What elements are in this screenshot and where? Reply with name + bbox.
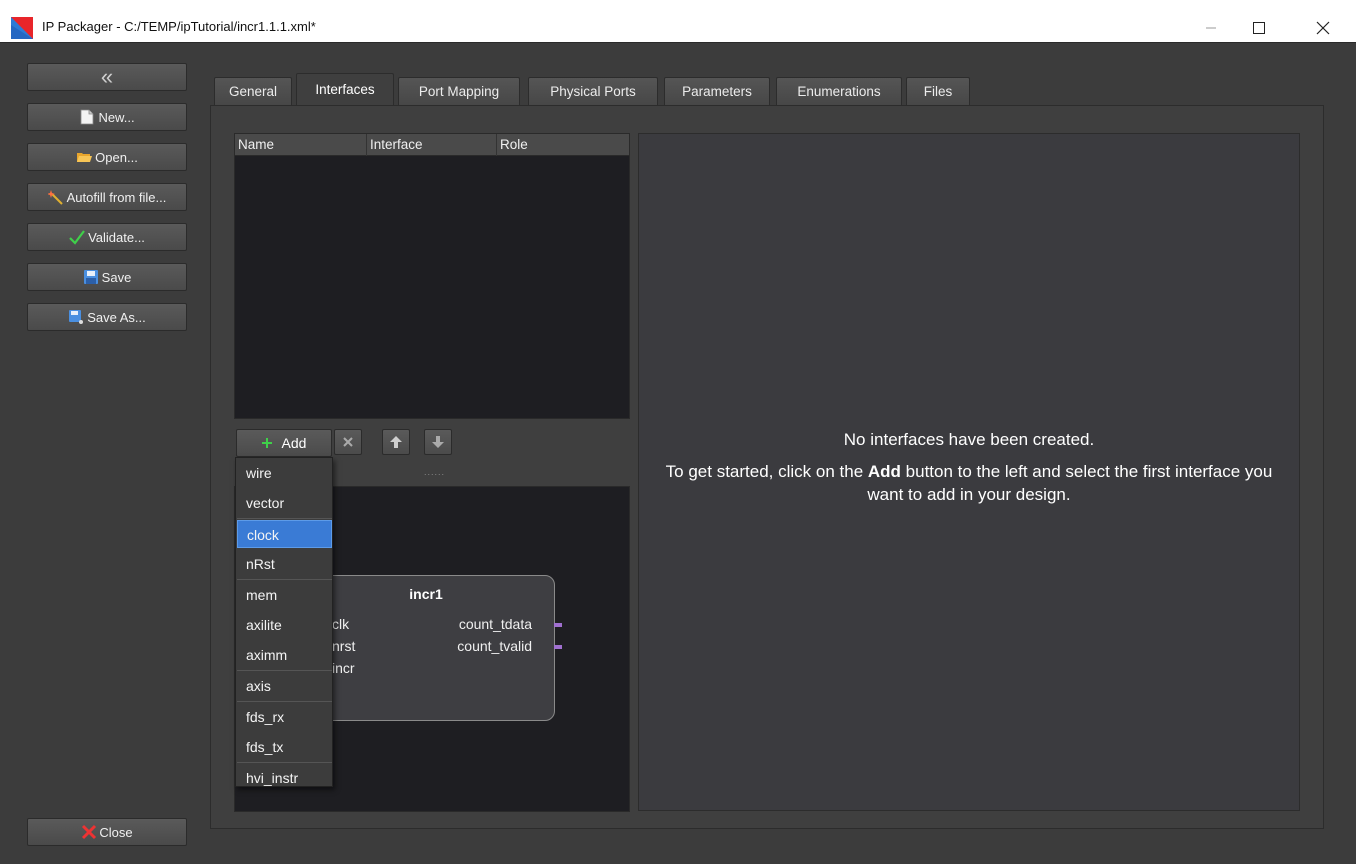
port-input: clk [332, 616, 350, 632]
menu-item-axis[interactable]: axis [237, 672, 332, 700]
column-header-role[interactable]: Role [497, 134, 629, 156]
tab-label: Physical Ports [550, 84, 636, 99]
message-text: To get started, click on the [665, 462, 868, 481]
menu-item-mem[interactable]: mem [237, 581, 332, 609]
red-x-icon [82, 824, 97, 840]
arrow-down-icon [432, 436, 444, 448]
tab-interfaces[interactable]: Interfaces [296, 73, 394, 105]
app-body: « New... Open... Autofill from file... V… [0, 42, 1356, 864]
port-input: incr [332, 660, 355, 676]
sidebar: « New... Open... Autofill from file... V… [0, 43, 200, 864]
close-icon [1316, 21, 1330, 35]
port-pin [554, 623, 562, 627]
autofill-button[interactable]: Autofill from file... [27, 183, 187, 211]
menu-item-fds-tx[interactable]: fds_tx [237, 733, 332, 761]
save-button-label: Save [101, 269, 132, 285]
folder-icon [77, 153, 93, 162]
menu-item-wire[interactable]: wire [237, 459, 332, 487]
tab-general[interactable]: General [214, 77, 292, 105]
empty-state-message: To get started, click on the Add button … [649, 460, 1289, 506]
close-button-label: Close [99, 824, 133, 840]
remove-button[interactable] [334, 429, 362, 455]
menu-item-fds-rx[interactable]: fds_rx [237, 703, 332, 731]
tab-label: Port Mapping [418, 84, 500, 99]
tab-enumerations[interactable]: Enumerations [776, 77, 902, 105]
column-header-interface[interactable]: Interface [367, 134, 497, 156]
menu-separator [237, 670, 332, 671]
port-output: count_tdata [458, 616, 532, 632]
interface-details-panel: No interfaces have been created. To get … [638, 133, 1300, 811]
window-title: IP Packager - C:/TEMP/ipTutorial/incr1.1… [42, 19, 316, 34]
tab-physical-ports[interactable]: Physical Ports [528, 77, 658, 105]
validate-button[interactable]: Validate... [27, 223, 187, 251]
menu-separator [237, 701, 332, 702]
checkmark-icon [69, 230, 85, 245]
interface-table[interactable]: Name Interface Role [234, 133, 630, 419]
double-chevron-left-icon: « [100, 64, 114, 89]
tab-label: Interfaces [315, 82, 375, 97]
add-button-label: Add [281, 435, 307, 451]
move-down-button[interactable] [424, 429, 452, 455]
save-as-button-label: Save As... [87, 309, 146, 325]
port-pin [554, 645, 562, 649]
open-button[interactable]: Open... [27, 143, 187, 171]
add-interface-menu: wire vector clock nRst mem axilite aximm… [235, 457, 333, 787]
tab-files[interactable]: Files [906, 77, 970, 105]
plus-icon [261, 438, 272, 448]
tab-label: Parameters [682, 84, 752, 99]
table-header: Name Interface Role [235, 134, 629, 156]
menu-item-axilite[interactable]: axilite [237, 611, 332, 639]
collapse-sidebar-button[interactable]: « [27, 63, 187, 91]
menu-item-nrst[interactable]: nRst [237, 550, 332, 578]
tab-parameters[interactable]: Parameters [664, 77, 770, 105]
splitter-handle[interactable]: ...... [424, 467, 445, 477]
floppy-icon [83, 270, 98, 284]
message-text: button to the left and select the first … [867, 462, 1273, 504]
menu-item-aximm[interactable]: aximm [237, 641, 332, 669]
ip-block[interactable]: incr1 clk nrst incr count_tdata count_tv… [295, 575, 562, 721]
tab-port-mapping[interactable]: Port Mapping [398, 77, 520, 105]
maximize-icon [1253, 22, 1265, 34]
x-icon [343, 437, 353, 447]
tab-label: Enumerations [797, 84, 881, 99]
menu-item-hvi-instr[interactable]: hvi_instr [237, 764, 332, 792]
tab-label: Files [923, 84, 953, 99]
document-icon [81, 109, 94, 125]
add-button[interactable]: Add [236, 429, 332, 457]
magic-wand-icon [47, 190, 63, 205]
arrow-up-icon [390, 436, 402, 448]
save-as-button[interactable]: Save As... [27, 303, 187, 331]
block-name: incr1 [409, 586, 443, 602]
open-button-label: Open... [95, 149, 138, 165]
menu-item-vector[interactable]: vector [237, 489, 332, 517]
validate-button-label: Validate... [88, 229, 145, 245]
autofill-button-label: Autofill from file... [66, 189, 167, 205]
save-button[interactable]: Save [27, 263, 187, 291]
menu-item-clock[interactable]: clock [237, 520, 332, 548]
minimize-icon [1206, 27, 1216, 29]
app-logo-icon [11, 17, 33, 39]
new-button[interactable]: New... [27, 103, 187, 131]
new-button-label: New... [98, 109, 135, 125]
menu-separator [237, 518, 332, 519]
message-bold-text: Add [867, 462, 901, 481]
floppy-as-icon [69, 310, 84, 324]
port-output: count_tvalid [457, 638, 532, 654]
tab-label: General [228, 84, 278, 99]
close-button[interactable]: Close [27, 818, 187, 846]
column-header-name[interactable]: Name [235, 134, 367, 156]
menu-separator [237, 762, 332, 763]
move-up-button[interactable] [382, 429, 410, 455]
port-input: nrst [332, 638, 356, 654]
menu-separator [237, 579, 332, 580]
empty-state-title: No interfaces have been created. [843, 430, 1095, 449]
